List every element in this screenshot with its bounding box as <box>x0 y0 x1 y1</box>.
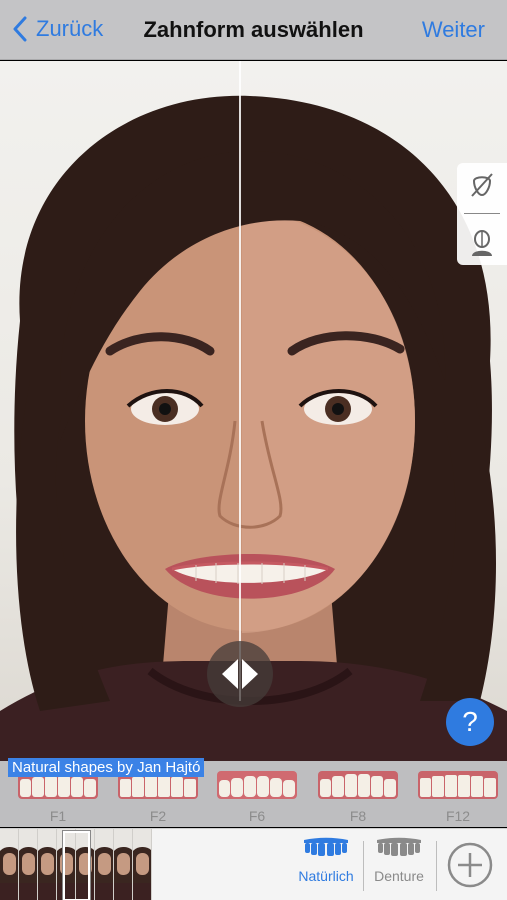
tooth-shape-thumbnail <box>217 771 297 799</box>
tooth-shape-label: F1 <box>49 808 67 824</box>
thumbnail-selection-frame <box>62 830 91 900</box>
hide-teeth-button[interactable] <box>467 170 497 200</box>
tooth-shape-label: F8 <box>349 808 367 824</box>
photo-thumbnail[interactable] <box>19 829 38 900</box>
tooth-shape-f1[interactable]: F1 <box>18 771 98 824</box>
mode-natural-button[interactable]: Natürlich <box>291 837 361 897</box>
bottom-toolbar: Natürlich Denture <box>0 828 507 900</box>
next-button[interactable]: Weiter <box>422 17 485 43</box>
face-outline-button[interactable] <box>467 228 497 258</box>
tooth-shape-f6[interactable]: F6 <box>217 771 297 824</box>
tools-separator <box>464 213 500 215</box>
photo-thumbnail[interactable] <box>38 829 57 900</box>
add-button[interactable] <box>446 841 494 889</box>
split-slider-handle[interactable] <box>207 641 273 707</box>
photo-thumbnail[interactable] <box>95 829 114 900</box>
tooth-shape-f8[interactable]: F8 <box>318 771 398 824</box>
help-icon: ? <box>462 706 478 737</box>
chevron-left-icon <box>13 16 27 42</box>
tooth-shape-f12[interactable]: F12 <box>418 771 498 824</box>
natural-teeth-icon <box>304 837 348 856</box>
tooth-shape-thumbnail <box>318 771 398 799</box>
back-button[interactable]: Zurück <box>12 16 103 42</box>
face-outline-icon <box>472 230 492 257</box>
photo-thumbnail[interactable] <box>0 829 19 900</box>
photo-thumbnail[interactable] <box>114 829 133 900</box>
help-button[interactable]: ? <box>446 698 494 746</box>
credit-label: Natural shapes by Jan Hajtó <box>8 758 205 777</box>
tooth-shape-label: F12 <box>445 808 471 824</box>
face-photo-view[interactable]: ? <box>0 61 507 761</box>
mode-natural-label: Natürlich <box>298 868 354 884</box>
plus-circle-icon <box>447 842 493 888</box>
denture-icon <box>377 837 421 856</box>
tooth-shape-thumbnail <box>418 771 498 799</box>
photo-thumbnail[interactable] <box>133 829 152 900</box>
side-tools-panel <box>457 163 507 265</box>
no-tooth-icon <box>471 173 493 197</box>
mode-separator <box>436 841 437 891</box>
back-label: Zurück <box>36 16 104 41</box>
tooth-shape-f2[interactable]: F2 <box>118 771 198 824</box>
split-arrows-icon <box>222 659 258 689</box>
tooth-shape-label: F6 <box>248 808 266 824</box>
mode-denture-label: Denture <box>374 868 424 884</box>
mode-denture-button[interactable]: Denture <box>364 837 434 897</box>
photo-thumbnail-strip[interactable] <box>0 829 152 900</box>
tooth-shape-label: F2 <box>149 808 167 824</box>
split-divider-line[interactable] <box>239 61 241 701</box>
navigation-bar: Zurück Zahnform auswählen Weiter <box>0 0 507 60</box>
